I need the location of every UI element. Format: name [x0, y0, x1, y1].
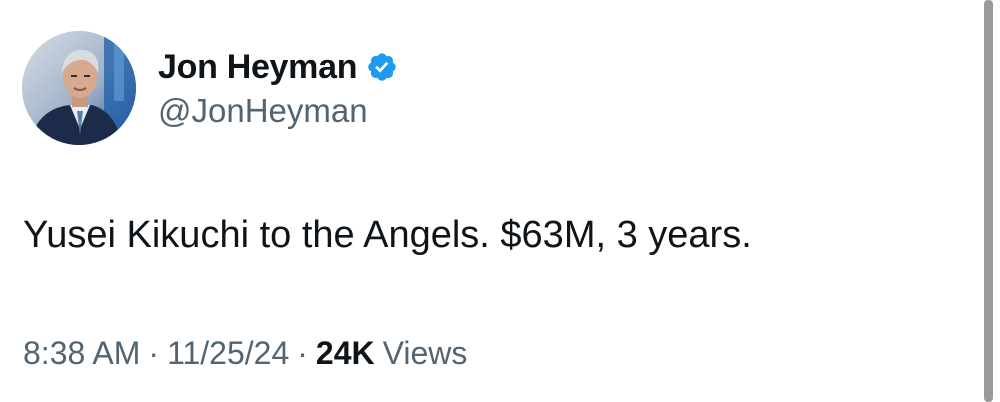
- views-count[interactable]: 24K: [316, 335, 375, 372]
- author-name-row[interactable]: Jon Heyman: [158, 44, 398, 90]
- meta-separator: ·: [148, 335, 160, 371]
- avatar[interactable]: [22, 31, 136, 145]
- tweet-text: Yusei Kikuchi to the Angels. $63M, 3 yea…: [23, 214, 752, 256]
- author-display-name[interactable]: Jon Heyman: [158, 48, 357, 87]
- tweet-time[interactable]: 8:38 AM: [23, 335, 140, 372]
- meta-separator: ·: [297, 335, 308, 371]
- tweet-card: Jon Heyman @JonHeyman Yusei Kikuchi to t…: [0, 0, 1000, 402]
- author-handle[interactable]: @JonHeyman: [158, 92, 368, 130]
- verified-badge-icon: [366, 51, 398, 83]
- tweet-meta: 8:38 AM · 11/25/24 · 24K Views: [23, 335, 467, 372]
- tweet-date[interactable]: 11/25/24: [167, 335, 289, 372]
- profile-photo-icon: [22, 31, 136, 145]
- views-label[interactable]: Views: [383, 335, 468, 372]
- scrollbar[interactable]: [984, 0, 993, 402]
